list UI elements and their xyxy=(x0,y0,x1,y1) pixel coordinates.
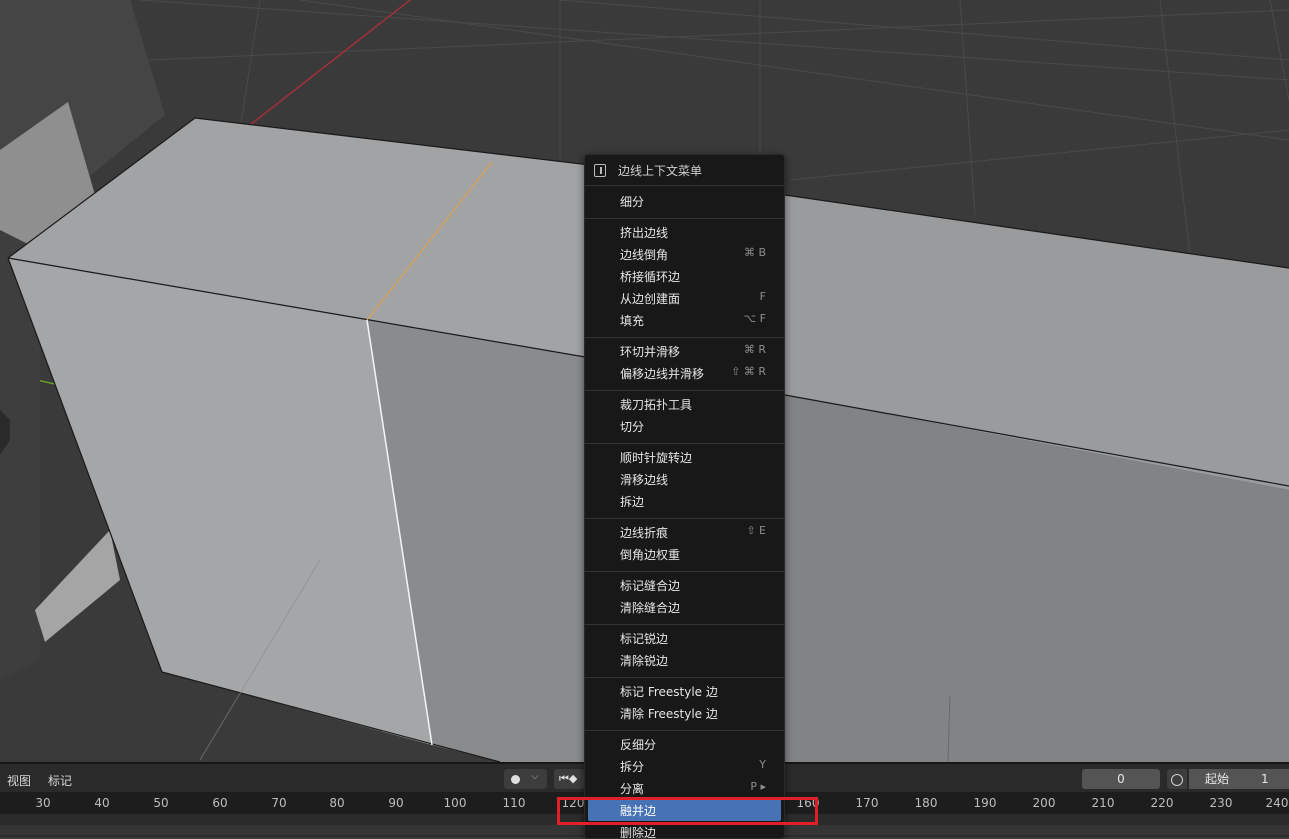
menu-item-un-subdivide[interactable]: 反细分 xyxy=(588,733,781,755)
ruler-tick: 230 xyxy=(1209,796,1233,810)
menu-separator xyxy=(585,390,784,391)
auto-keying-toggle[interactable]: ⌵ xyxy=(504,769,547,789)
menu-item-clear-sharp[interactable]: 清除锐边 xyxy=(588,649,781,671)
menu-separator xyxy=(585,677,784,678)
menu-separator xyxy=(585,518,784,519)
timeline-menu-view[interactable]: 视图 xyxy=(7,772,31,789)
ruler-tick: 200 xyxy=(1032,796,1056,810)
ruler-tick: 40 xyxy=(94,796,110,810)
chevron-down-icon: ⌵ xyxy=(531,771,539,782)
menu-item-mark-freestyle-edge[interactable]: 标记 Freestyle 边 xyxy=(588,680,781,702)
menu-separator xyxy=(585,218,784,219)
jump-to-start-button[interactable]: ⏮◆ xyxy=(554,769,584,789)
menu-title: 边线上下文菜单 xyxy=(618,164,703,178)
menu-item-mark-seam[interactable]: 标记缝合边 xyxy=(588,574,781,596)
ruler-tick: 30 xyxy=(35,796,51,810)
menu-separator xyxy=(585,443,784,444)
ruler-tick: 240 xyxy=(1265,796,1289,810)
edge-menu-icon xyxy=(594,164,606,177)
menu-separator xyxy=(585,571,784,572)
menu-item-loop-cut-slide[interactable]: 环切并滑移 ⌘ R xyxy=(588,340,781,362)
ruler-tick: 210 xyxy=(1091,796,1115,810)
stopwatch-icon[interactable] xyxy=(1167,769,1187,789)
menu-item-mark-sharp[interactable]: 标记锐边 xyxy=(588,627,781,649)
menu-header: 边线上下文菜单 xyxy=(585,155,784,186)
current-frame-field[interactable]: 0 xyxy=(1082,769,1160,789)
menu-item-subdivide[interactable]: 细分 xyxy=(588,190,781,212)
ruler-tick: 190 xyxy=(973,796,997,810)
ruler-tick: 170 xyxy=(855,796,879,810)
menu-item-bevel-edges[interactable]: 边线倒角 ⌘ B xyxy=(588,243,781,265)
ruler-tick: 220 xyxy=(1150,796,1174,810)
menu-separator xyxy=(585,730,784,731)
jump-to-start-icon: ⏮◆ xyxy=(559,772,578,785)
menu-item-edge-slide[interactable]: 滑移边线 xyxy=(588,468,781,490)
start-frame-label: 起始 xyxy=(1205,772,1230,786)
menu-item-offset-edge-slide[interactable]: 偏移边线并滑移 ⇧ ⌘ R xyxy=(588,362,781,384)
menu-item-bevel-weight[interactable]: 倒角边权重 xyxy=(588,543,781,565)
menu-item-fill[interactable]: 填充 ⌥ F xyxy=(588,309,781,331)
menu-item-split[interactable]: 拆分 Y xyxy=(588,755,781,777)
menu-item-bridge-edge-loops[interactable]: 桥接循环边 xyxy=(588,265,781,287)
menu-item-knife-topology[interactable]: 裁刀拓扑工具 xyxy=(588,393,781,415)
timeline-menu-marker[interactable]: 标记 xyxy=(48,772,72,789)
highlight-annotation xyxy=(557,797,818,825)
menu-separator xyxy=(585,337,784,338)
ruler-tick: 70 xyxy=(271,796,287,810)
record-dot-icon xyxy=(511,775,520,784)
menu-item-clear-seam[interactable]: 清除缝合边 xyxy=(588,596,781,618)
ruler-tick: 80 xyxy=(329,796,345,810)
menu-item-clear-freestyle-edge[interactable]: 清除 Freestyle 边 xyxy=(588,702,781,724)
ruler-tick: 110 xyxy=(502,796,526,810)
start-frame-field[interactable]: 起始 1 xyxy=(1189,769,1289,789)
menu-item-new-face-from-edges[interactable]: 从边创建面 F xyxy=(588,287,781,309)
ruler-tick: 60 xyxy=(212,796,228,810)
menu-item-separate[interactable]: 分离 P ▸ xyxy=(588,777,781,799)
ruler-tick: 100 xyxy=(443,796,467,810)
ruler-tick: 50 xyxy=(153,796,169,810)
ruler-tick: 90 xyxy=(388,796,404,810)
menu-item-rotate-edge-cw[interactable]: 顺时针旋转边 xyxy=(588,446,781,468)
start-frame-value: 1 xyxy=(1261,772,1269,786)
menu-item-edge-crease[interactable]: 边线折痕 ⇧ E xyxy=(588,521,781,543)
edge-context-menu: 边线上下文菜单 细分 挤出边线 边线倒角 ⌘ B 桥接循环边 从边创建面 F 填充 ⌥… xyxy=(584,154,785,839)
menu-item-bisect[interactable]: 切分 xyxy=(588,415,781,437)
menu-separator xyxy=(585,624,784,625)
menu-item-edge-split[interactable]: 拆边 xyxy=(588,490,781,512)
menu-item-extrude-edges[interactable]: 挤出边线 xyxy=(588,221,781,243)
ruler-tick: 180 xyxy=(914,796,938,810)
